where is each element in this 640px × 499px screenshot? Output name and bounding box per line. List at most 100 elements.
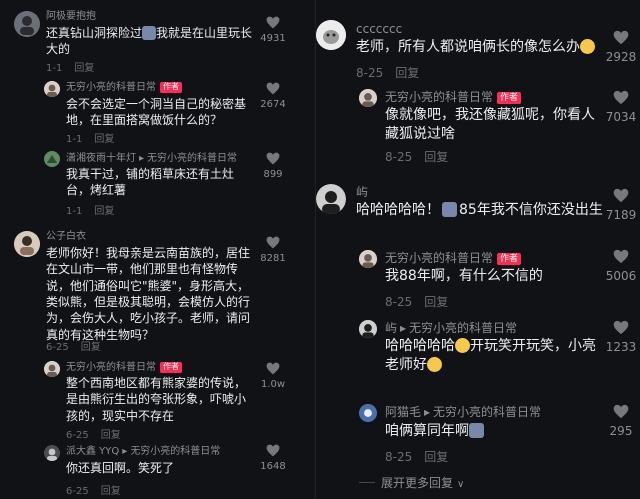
reply-button[interactable]: 回复 — [94, 206, 114, 217]
reply-button[interactable]: 回复 — [424, 450, 448, 464]
comment-text-part: 还真钻山洞探险过 — [46, 26, 143, 40]
heart-icon — [613, 320, 629, 335]
avatar[interactable] — [359, 404, 377, 422]
grinning-emoji-icon — [455, 338, 470, 353]
reply-to-user[interactable]: 无穷小亮的科普日常 — [433, 405, 541, 419]
reply-button[interactable]: 回复 — [101, 430, 121, 441]
like-count: 7034 — [605, 110, 637, 124]
like-button[interactable]: 5006 — [604, 249, 638, 283]
reply-to-user[interactable]: 无穷小亮的科普日常 — [409, 321, 517, 335]
like-button[interactable]: 1.0w — [258, 362, 288, 390]
expand-more-replies-button[interactable]: 展开更多回复 ∨ — [359, 474, 464, 491]
reply-button[interactable]: 回复 — [101, 486, 121, 497]
comment-text: 哈哈哈哈哈 开玩笑开玩笑，小亮老师好 — [385, 337, 605, 375]
avatar[interactable] — [316, 184, 346, 214]
comment-reply: 无穷小亮的科普日常 作者 会不会选定一个洞当自己的秘密基地，在里面搭窝做饭什么的？… — [0, 74, 315, 146]
comment-username[interactable]: 阿极要抱抱 — [46, 11, 96, 23]
avatar[interactable] — [316, 20, 346, 50]
comment-text: 老师你好！我母亲是云南苗族的，居住在文山市一带，他们那里也有怪物传说，他们通俗叫… — [46, 246, 251, 342]
avatar[interactable] — [359, 320, 377, 338]
comment-text: 整个西南地区都有熊家婆的传说，是由熊衍生出的夸张形象，吓唬小孩的，现实中不存在 — [66, 376, 247, 423]
avatar[interactable] — [44, 81, 60, 97]
avatar[interactable] — [359, 89, 377, 107]
like-button[interactable]: 7189 — [604, 188, 638, 222]
reply-button[interactable]: 回复 — [424, 295, 448, 309]
like-button[interactable]: 1648 — [258, 444, 288, 472]
comment-date: 1-1 — [66, 134, 83, 145]
reply-arrow-icon: ▸ — [122, 446, 128, 457]
chevron-down-icon: ∨ — [457, 479, 465, 490]
heart-icon — [613, 30, 629, 45]
username-text: 屿 — [385, 321, 398, 335]
comment-username[interactable]: 无穷小亮的科普日常 作者 — [385, 90, 522, 105]
comment-username[interactable]: 屿 — [356, 185, 368, 199]
reply-arrow-icon: ▸ — [139, 153, 145, 164]
comment-username[interactable]: 无穷小亮的科普日常 作者 — [385, 251, 522, 266]
like-count: 1648 — [260, 461, 286, 472]
comment-username[interactable]: ccccccc — [356, 22, 402, 36]
comment-username[interactable]: 派大鑫 YYQ ▸ 无穷小亮的科普日常 — [66, 446, 220, 458]
comment-username[interactable]: 屿 ▸ 无穷小亮的科普日常 — [385, 321, 517, 335]
comment-username[interactable]: 阿猫毛 ▸ 无穷小亮的科普日常 — [385, 405, 541, 419]
comment-reply: 潇湘夜雨十年灯 ▸ 无穷小亮的科普日常 我真干过，铺的稻草床还有土灶台，烤红薯 1-… — [0, 146, 315, 222]
like-count: 4931 — [260, 33, 286, 44]
comment-reply: 屿 ▸ 无穷小亮的科普日常 哈哈哈哈哈 开玩笑开玩笑，小亮老师好 1233 — [316, 314, 640, 398]
reply-button[interactable]: 回复 — [94, 134, 114, 145]
like-button[interactable]: 295 — [604, 404, 638, 438]
comment-username[interactable]: 公子白衣 — [46, 231, 86, 243]
avatar[interactable] — [44, 361, 60, 377]
like-button[interactable]: 2928 — [604, 30, 638, 64]
expand-more-label: 展开更多回复 — [381, 476, 454, 490]
comment-meta: 8-25 回复 — [385, 293, 460, 310]
heart-icon — [266, 444, 280, 457]
like-count: 5006 — [605, 269, 637, 283]
comment-meta: 8-25 回复 — [385, 148, 460, 165]
cat-emoji-icon — [142, 26, 157, 40]
comment-text: 哈哈哈哈哈！ 85年我不信你还没出生 — [356, 201, 606, 220]
reply-button[interactable]: 回复 — [424, 150, 448, 164]
reply-arrow-icon: ▸ — [400, 321, 407, 335]
avatar[interactable] — [44, 151, 60, 167]
heart-icon — [266, 152, 280, 165]
heart-icon — [266, 236, 280, 249]
comment-text-part: 哈哈哈哈哈 — [385, 338, 455, 354]
avatar[interactable] — [359, 250, 377, 268]
comment-username[interactable]: 潇湘夜雨十年灯 ▸ 无穷小亮的科普日常 — [66, 153, 237, 165]
divider-line — [359, 482, 375, 483]
comment-date: 1-1 — [46, 63, 63, 74]
like-button[interactable]: 2674 — [258, 82, 288, 110]
author-badge: 作者 — [497, 253, 522, 266]
heart-icon — [266, 16, 280, 29]
comment-username[interactable]: 无穷小亮的科普日常 作者 — [66, 82, 182, 94]
username-text: 无穷小亮的科普日常 — [66, 82, 156, 93]
comment-reply: 阿猫毛 ▸ 无穷小亮的科普日常 咱俩算同年啊 8-25 回复 295 — [316, 398, 640, 470]
avatar[interactable] — [44, 445, 60, 461]
comment-text-part: 85年我不信你还没出生 — [459, 202, 603, 218]
like-button[interactable]: 899 — [258, 152, 288, 180]
reply-to-user[interactable]: 无穷小亮的科普日常 — [130, 446, 220, 457]
comment-text: 我88年啊，有什么不信的 — [385, 268, 543, 284]
comment-username[interactable]: 无穷小亮的科普日常 作者 — [66, 362, 182, 374]
like-button[interactable]: 4931 — [258, 16, 288, 44]
comment-text: 还真钻山洞探险过 我就是在山里玩长大的 — [46, 25, 256, 58]
comment-meta: 8-25 回复 — [356, 64, 431, 81]
comment-panel-left: 阿极要抱抱 还真钻山洞探险过 我就是在山里玩长大的 1-1 回复 4931 无穷小亮… — [0, 0, 315, 499]
laughing-emoji-icon — [580, 39, 595, 54]
comment-date: 6-25 — [46, 342, 69, 353]
author-badge: 作者 — [160, 82, 182, 93]
reply-button[interactable]: 回复 — [81, 342, 101, 353]
like-button[interactable]: 7034 — [604, 90, 638, 124]
cat-emoji-icon — [442, 202, 457, 217]
comment-text-part: 咱俩算同年啊 — [385, 423, 469, 439]
comment-date: 1-1 — [66, 206, 83, 217]
comment-text: 咱俩算同年啊 — [385, 422, 605, 441]
reply-button[interactable]: 回复 — [74, 63, 94, 74]
reply-arrow-icon: ▸ — [424, 405, 431, 419]
like-button[interactable]: 8281 — [258, 236, 288, 264]
avatar[interactable] — [14, 11, 40, 37]
like-button[interactable]: 1233 — [604, 320, 638, 354]
comment-text: 像就像吧，我还像藏狐呢，你看人藏狐说过啥 — [385, 107, 595, 143]
reply-to-user[interactable]: 无穷小亮的科普日常 — [147, 153, 237, 164]
avatar[interactable] — [14, 231, 40, 257]
reply-button[interactable]: 回复 — [395, 66, 419, 80]
